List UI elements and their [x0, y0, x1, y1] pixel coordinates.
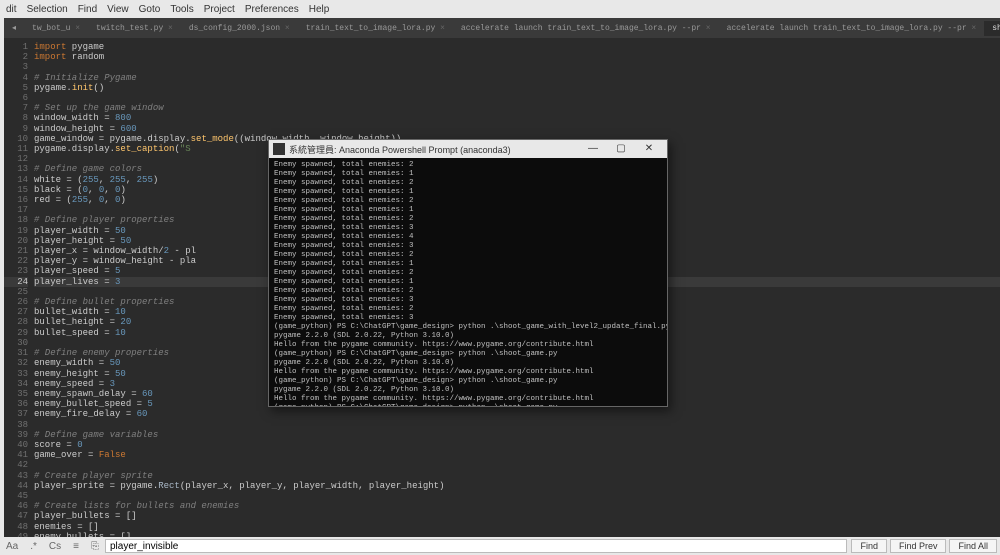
editor-tab[interactable]: train_text_to_image_lora.py	[298, 21, 453, 36]
editor-tab[interactable]: tw_bot_u	[24, 21, 88, 36]
terminal-window[interactable]: 系統管理員: Anaconda Powershell Prompt (anaco…	[268, 139, 668, 407]
maximize-button[interactable]: ▢	[607, 141, 635, 157]
search-bar: Aa .* Cs ≡ ⎘ Find Find Prev Find All	[0, 537, 1000, 555]
terminal-title: 系統管理員: Anaconda Powershell Prompt (anaco…	[289, 143, 579, 156]
find-button[interactable]: Find	[851, 539, 887, 553]
close-button[interactable]: ✕	[635, 141, 663, 157]
menu-project[interactable]: Project	[204, 4, 235, 15]
editor-tab[interactable]: accelerate launch train_text_to_image_lo…	[453, 21, 719, 36]
terminal-icon	[273, 143, 285, 155]
toggle-highlight[interactable]: ⎘	[85, 541, 105, 552]
editor-tab[interactable]: ◂	[4, 20, 24, 36]
menu-goto[interactable]: Goto	[139, 4, 161, 15]
minimize-button[interactable]: —	[579, 141, 607, 157]
find-prev-button[interactable]: Find Prev	[890, 539, 947, 553]
search-input[interactable]	[105, 539, 847, 553]
menu-find[interactable]: Find	[78, 4, 97, 15]
toggle-case-sensitive[interactable]: Aa	[0, 541, 24, 552]
editor-tab[interactable]: accelerate launch train_text_to_image_lo…	[719, 21, 985, 36]
editor-tabs: ◂tw_bot_utwitch_test.pyds_config_2000.js…	[4, 18, 1000, 38]
editor-tab[interactable]: shoot_game.py	[984, 21, 1000, 36]
menu-help[interactable]: Help	[309, 4, 330, 15]
toggle-wholeword[interactable]: Cs	[43, 541, 67, 552]
menu-edit[interactable]: dit	[6, 4, 17, 15]
menu-selection[interactable]: Selection	[27, 4, 68, 15]
line-gutter: 1234567891011121314151617181920212223242…	[4, 38, 34, 537]
terminal-titlebar[interactable]: 系統管理員: Anaconda Powershell Prompt (anaco…	[269, 140, 667, 158]
menu-preferences[interactable]: Preferences	[245, 4, 299, 15]
menu-view[interactable]: View	[107, 4, 129, 15]
menubar: dit Selection Find View Goto Tools Proje…	[0, 0, 1000, 18]
editor-tab[interactable]: twitch_test.py	[88, 21, 181, 36]
menu-tools[interactable]: Tools	[170, 4, 193, 15]
toggle-inselection[interactable]: ≡	[67, 541, 85, 552]
toggle-regex[interactable]: .*	[24, 541, 43, 552]
find-all-button[interactable]: Find All	[949, 539, 997, 553]
editor-tab[interactable]: ds_config_2000.json	[181, 21, 298, 36]
terminal-output[interactable]: Enemy spawned, total enemies: 2 Enemy sp…	[269, 158, 667, 406]
